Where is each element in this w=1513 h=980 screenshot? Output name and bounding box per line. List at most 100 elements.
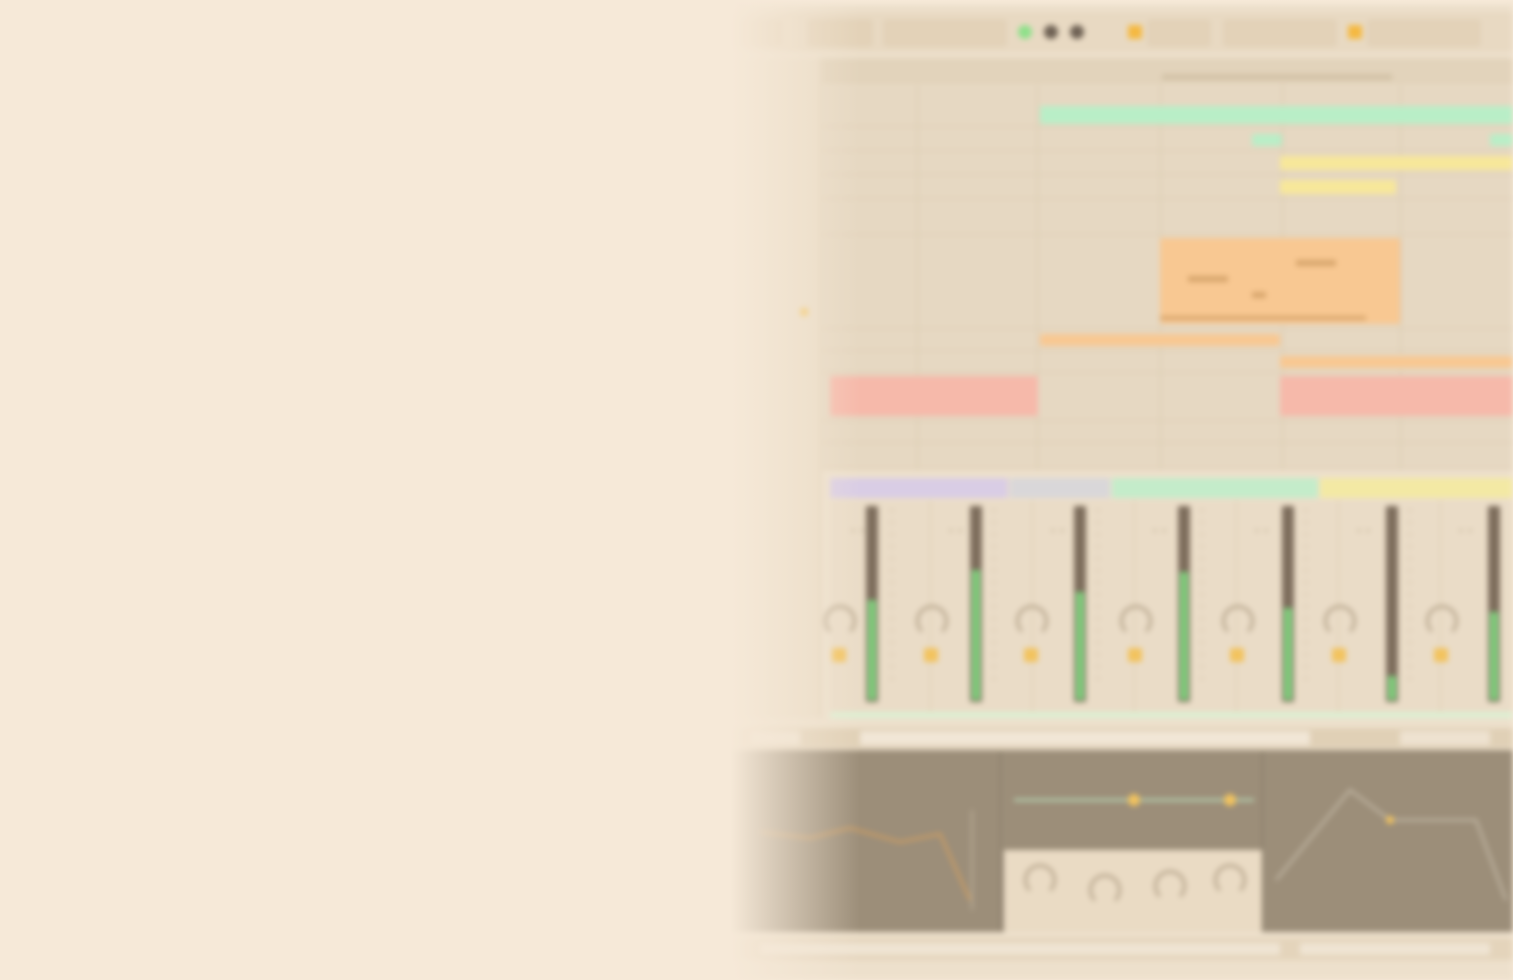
volume-fader[interactable] bbox=[1282, 506, 1294, 702]
track-headers bbox=[700, 58, 821, 718]
track-lane[interactable] bbox=[822, 128, 1513, 151]
stop-icon[interactable] bbox=[1044, 25, 1058, 39]
io-selectors[interactable]: • • bbox=[1254, 526, 1269, 537]
midi-clip[interactable] bbox=[1040, 106, 1513, 124]
device-chain bbox=[700, 750, 1513, 932]
activator-button[interactable] bbox=[1024, 648, 1038, 662]
clip-marker bbox=[1296, 260, 1336, 266]
adsr-envelope bbox=[1275, 788, 1507, 901]
position-display[interactable] bbox=[884, 20, 1006, 46]
pan-knob-icon[interactable] bbox=[1222, 605, 1254, 637]
io-selectors[interactable]: • • bbox=[850, 526, 865, 537]
volume-fader[interactable] bbox=[1386, 506, 1398, 702]
cutoff-knob-icon[interactable] bbox=[1024, 864, 1056, 896]
clip-marker bbox=[1252, 292, 1266, 298]
audio-clip[interactable] bbox=[1280, 376, 1513, 416]
volume-fader[interactable] bbox=[1074, 506, 1086, 702]
audio-clip[interactable] bbox=[1280, 180, 1396, 194]
pan-knob-icon[interactable] bbox=[1120, 605, 1152, 637]
track-lane[interactable] bbox=[822, 352, 1513, 373]
volume-fader[interactable] bbox=[970, 506, 982, 702]
filter-panel[interactable] bbox=[1004, 750, 1264, 932]
device-header-bar bbox=[700, 728, 1513, 748]
arrangement-view[interactable] bbox=[822, 84, 1513, 470]
resonance-knob-icon[interactable] bbox=[1089, 874, 1121, 906]
track-lane[interactable] bbox=[822, 152, 1513, 175]
mix-knob-icon[interactable] bbox=[1214, 864, 1246, 896]
activator-button[interactable] bbox=[1230, 648, 1244, 662]
mixer-strip: • • bbox=[1016, 500, 1135, 712]
pan-knob-icon[interactable] bbox=[916, 605, 948, 637]
track-lane[interactable] bbox=[822, 200, 1513, 235]
audio-clip[interactable] bbox=[1280, 356, 1513, 368]
timeline-ruler[interactable] bbox=[822, 58, 1513, 83]
eq-curve bbox=[759, 810, 973, 910]
pan-knob-icon[interactable] bbox=[1426, 605, 1458, 637]
automation-line bbox=[1160, 316, 1366, 320]
mixer-strip: • • bbox=[1426, 500, 1513, 712]
device-options[interactable] bbox=[1400, 731, 1490, 745]
automation-arm-button[interactable] bbox=[1128, 25, 1142, 39]
play-icon[interactable] bbox=[1018, 25, 1032, 39]
pan-knob-icon[interactable] bbox=[1016, 605, 1048, 637]
mixer-track-titles bbox=[830, 478, 1513, 498]
audio-clip[interactable] bbox=[1040, 334, 1280, 346]
clip-overview-strip[interactable] bbox=[860, 731, 1310, 745]
pan-knob-icon[interactable] bbox=[1324, 605, 1356, 637]
track-arm-indicator[interactable] bbox=[800, 308, 808, 316]
audio-clip[interactable] bbox=[1280, 156, 1513, 170]
follow-toggle[interactable] bbox=[1148, 20, 1210, 46]
mixer-strip: • • bbox=[824, 500, 931, 712]
track-title[interactable] bbox=[1010, 478, 1110, 498]
mixer-strip: • • bbox=[1324, 500, 1441, 712]
track-lane[interactable] bbox=[822, 102, 1513, 127]
envelope-panel[interactable] bbox=[1266, 750, 1513, 932]
status-bar bbox=[700, 938, 1513, 960]
status-selector[interactable] bbox=[1300, 943, 1490, 955]
filter-envelope bbox=[1014, 794, 1254, 806]
eq-display-panel[interactable] bbox=[700, 750, 1002, 932]
track-title[interactable] bbox=[1320, 478, 1513, 498]
tempo-field[interactable] bbox=[718, 20, 782, 46]
loop-brace[interactable] bbox=[1162, 74, 1392, 80]
drive-knob-icon[interactable] bbox=[1154, 870, 1186, 902]
track-title[interactable] bbox=[1112, 478, 1318, 498]
activator-button[interactable] bbox=[1332, 648, 1346, 662]
loop-length-field[interactable] bbox=[1368, 20, 1480, 46]
track-lane[interactable] bbox=[822, 236, 1513, 329]
loop-toggle[interactable] bbox=[1348, 25, 1362, 39]
time-signature-field[interactable] bbox=[808, 20, 872, 46]
clip-marker bbox=[1188, 276, 1228, 282]
automation-clip[interactable] bbox=[1160, 238, 1400, 324]
track-lane[interactable] bbox=[822, 330, 1513, 351]
track-lane[interactable] bbox=[822, 176, 1513, 199]
midi-clip[interactable] bbox=[1252, 134, 1282, 146]
record-icon[interactable] bbox=[1070, 25, 1084, 39]
track-lane[interactable] bbox=[822, 444, 1513, 469]
mixer-strip: • • bbox=[916, 500, 1033, 712]
activator-button[interactable] bbox=[1128, 648, 1142, 662]
pan-knob-icon[interactable] bbox=[824, 605, 856, 637]
audio-clip[interactable] bbox=[830, 376, 1038, 416]
io-selectors[interactable]: • • bbox=[1458, 526, 1473, 537]
device-title[interactable] bbox=[750, 731, 800, 745]
volume-fader[interactable] bbox=[866, 506, 878, 702]
activator-button[interactable] bbox=[1434, 648, 1448, 662]
mixer-footer bbox=[830, 712, 1513, 718]
loop-position-field[interactable] bbox=[1224, 20, 1336, 46]
track-lane[interactable] bbox=[822, 374, 1513, 421]
activator-button[interactable] bbox=[832, 648, 846, 662]
io-selectors[interactable]: • • bbox=[1152, 526, 1167, 537]
track-lane[interactable] bbox=[822, 422, 1513, 443]
io-selectors[interactable]: • • bbox=[948, 526, 963, 537]
daw-window: • • • • • • • • • • • • • • bbox=[700, 0, 1513, 980]
volume-fader[interactable] bbox=[1178, 506, 1190, 702]
io-selectors[interactable]: • • bbox=[1050, 526, 1065, 537]
filter-knob-section[interactable] bbox=[1004, 850, 1262, 932]
activator-button[interactable] bbox=[924, 648, 938, 662]
volume-fader[interactable] bbox=[1488, 506, 1500, 702]
midi-clip[interactable] bbox=[1490, 134, 1513, 146]
io-selectors[interactable]: • • bbox=[1356, 526, 1371, 537]
track-title[interactable] bbox=[830, 478, 1008, 498]
transport-bar bbox=[700, 12, 1513, 52]
